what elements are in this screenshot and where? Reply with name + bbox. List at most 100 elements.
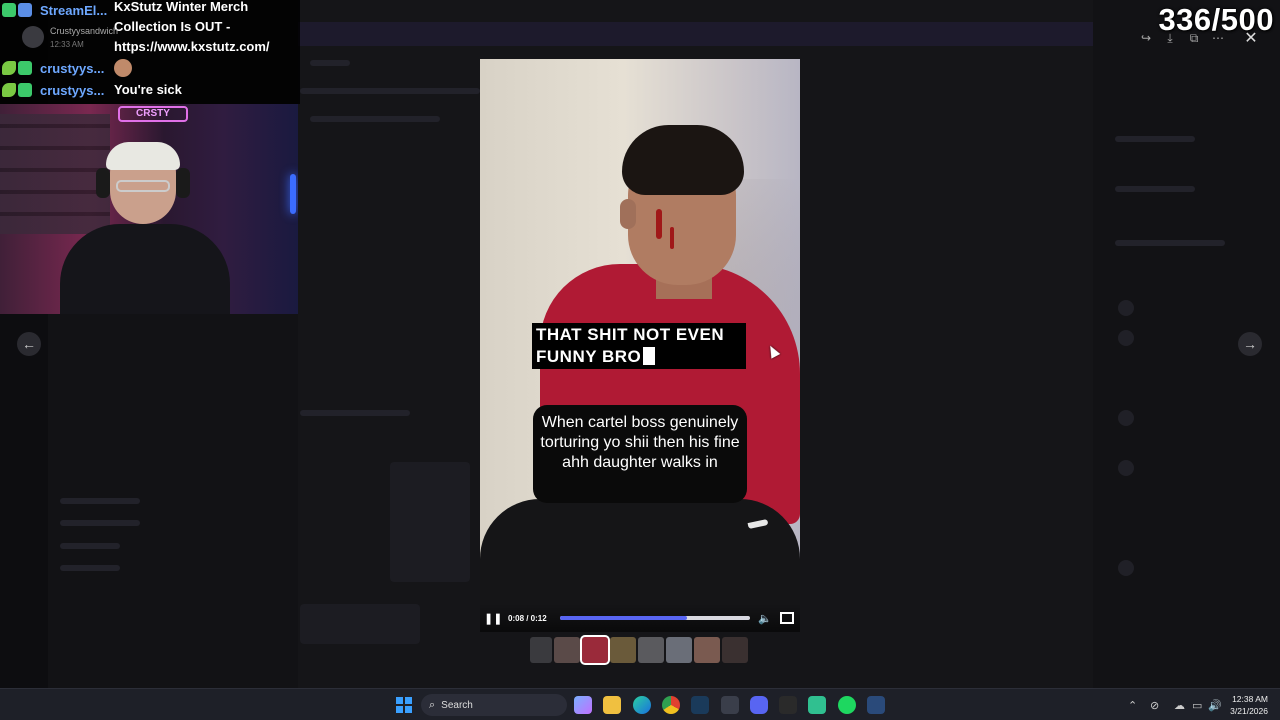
discord-icon[interactable]: [750, 696, 768, 714]
chrome-icon[interactable]: [662, 696, 680, 714]
sub-time: 12:33 AM: [50, 40, 84, 49]
sub-username: Crustyysandwich: [50, 26, 119, 36]
caption-bottom: When cartel boss genuinely torturing yo …: [533, 405, 747, 503]
check-badge-icon: [2, 3, 16, 17]
thumbnail[interactable]: [666, 637, 692, 663]
chat-username: StreamEl...: [40, 2, 108, 18]
forward-icon[interactable]: ↪: [1138, 30, 1154, 46]
steam-icon[interactable]: [867, 696, 885, 714]
taskbar-search[interactable]: ⌕ Search: [421, 694, 567, 716]
thumbnail[interactable]: [638, 637, 664, 663]
thumbnail-active[interactable]: [580, 635, 610, 665]
ghost-image: [390, 462, 470, 582]
search-placeholder: Search: [441, 699, 473, 711]
stream-chat-overlay: StreamEl... KxStutz Winter Merch Collect…: [0, 0, 300, 104]
avatar: [22, 26, 44, 48]
ghost-image: [300, 604, 420, 644]
headset-icon: [176, 168, 190, 198]
clock-time: 12:38 AM: [1232, 694, 1268, 704]
pause-icon[interactable]: ❚❚: [484, 612, 502, 625]
more-icon[interactable]: ⋯: [1210, 30, 1226, 46]
ghost-avatar: [1118, 560, 1134, 576]
windows-taskbar: ⌕ Search ⌃ ⊘ ☁ ▭ 🔊 12:38 AM 3/21/2026: [0, 688, 1280, 720]
system-clock[interactable]: 12:38 AM 3/21/2026: [1230, 693, 1268, 717]
ghost-text: [1115, 136, 1195, 142]
ghost-text: [1115, 240, 1225, 246]
streamer-body: [60, 224, 230, 314]
streamer: [60, 142, 230, 314]
drop-badge-icon: [18, 61, 32, 75]
ghost-text: [60, 520, 140, 526]
screen: StreamEl... KxStutz Winter Merch Collect…: [0, 0, 1280, 720]
video-time: 0:08 / 0:12: [508, 613, 547, 623]
epic-games-icon[interactable]: [779, 696, 797, 714]
spotify-icon[interactable]: [838, 696, 856, 714]
volume-icon[interactable]: 🔈: [758, 612, 772, 625]
ghost-avatar: [1118, 460, 1134, 476]
chat-message: crustyys...: [0, 80, 112, 100]
close-icon[interactable]: ✕: [1240, 28, 1262, 50]
blood-mark: [670, 227, 674, 249]
ghost-text: [60, 498, 140, 504]
thumbnail[interactable]: [554, 637, 580, 663]
chat-username: crustyys...: [40, 60, 105, 76]
volume-icon[interactable]: 🔊: [1208, 699, 1222, 712]
clock-date: 3/21/2026: [1230, 706, 1268, 716]
media-thumbnails: [530, 635, 748, 665]
thumbnail[interactable]: [722, 637, 748, 663]
drop-badge-icon: [18, 83, 32, 97]
ghost-avatar: [1118, 330, 1134, 346]
arrow-right-icon[interactable]: →: [1238, 332, 1262, 356]
fullscreen-icon[interactable]: [780, 612, 794, 624]
ghost-text: [300, 88, 480, 94]
search-icon: ⌕: [429, 698, 436, 711]
edge-icon[interactable]: [633, 696, 651, 714]
ghost-text: [310, 60, 350, 66]
thumbnail[interactable]: [694, 637, 720, 663]
progress-fill: [560, 616, 687, 620]
user-badges: [0, 83, 40, 97]
webcam-feed: CRSTY: [0, 104, 298, 314]
ghost-text: [60, 565, 120, 571]
thumbnail[interactable]: [530, 637, 552, 663]
ghost-text: [310, 116, 440, 122]
media-toolbar: ↪ ⤓ ⧉ ⋯: [1138, 30, 1226, 46]
bandana: [106, 142, 180, 170]
led-strip: [290, 174, 296, 214]
chevron-up-icon[interactable]: ⌃: [1128, 699, 1137, 712]
notice-banner: [298, 22, 1093, 46]
monitor-icon[interactable]: ▭: [1192, 699, 1202, 712]
bot-badge-icon: [18, 3, 32, 17]
file-explorer-icon[interactable]: [603, 696, 621, 714]
arrow-left-icon[interactable]: ←: [17, 332, 41, 356]
windows-start-icon[interactable]: [396, 697, 412, 713]
blood-mark: [656, 209, 662, 239]
hair: [622, 125, 744, 195]
chat-message: crustyys...: [0, 58, 132, 78]
text-cursor: [643, 347, 656, 365]
chat-message-text: You're sick: [114, 82, 182, 97]
store-icon[interactable]: [721, 696, 739, 714]
user-badges: [0, 3, 40, 17]
ghost-text: [1115, 186, 1195, 192]
chat-username: crustyys...: [40, 82, 105, 98]
notification-off-icon[interactable]: ⊘: [1150, 699, 1159, 712]
progress-bar[interactable]: [560, 616, 750, 620]
ghost-text: [300, 410, 410, 416]
video-player[interactable]: THAT SHIT NOT EVEN FUNNY BRO When cartel…: [480, 59, 800, 632]
download-icon[interactable]: ⤓: [1162, 30, 1178, 46]
ghost-avatar: [1118, 410, 1134, 426]
app-icon[interactable]: [808, 696, 826, 714]
copilot-icon[interactable]: [574, 696, 592, 714]
ghost-avatar: [1118, 300, 1134, 316]
open-external-icon[interactable]: ⧉: [1186, 30, 1202, 46]
caption-top: THAT SHIT NOT EVEN FUNNY BRO: [532, 323, 746, 369]
glasses: [116, 180, 170, 192]
cloud-icon[interactable]: ☁: [1174, 699, 1185, 712]
chat-message: StreamEl...: [0, 0, 112, 20]
steam-icon[interactable]: [691, 696, 709, 714]
leaf-badge-icon: [2, 83, 16, 97]
thumbnail[interactable]: [610, 637, 636, 663]
leaf-badge-icon: [2, 61, 16, 75]
headset-icon: [96, 168, 110, 198]
